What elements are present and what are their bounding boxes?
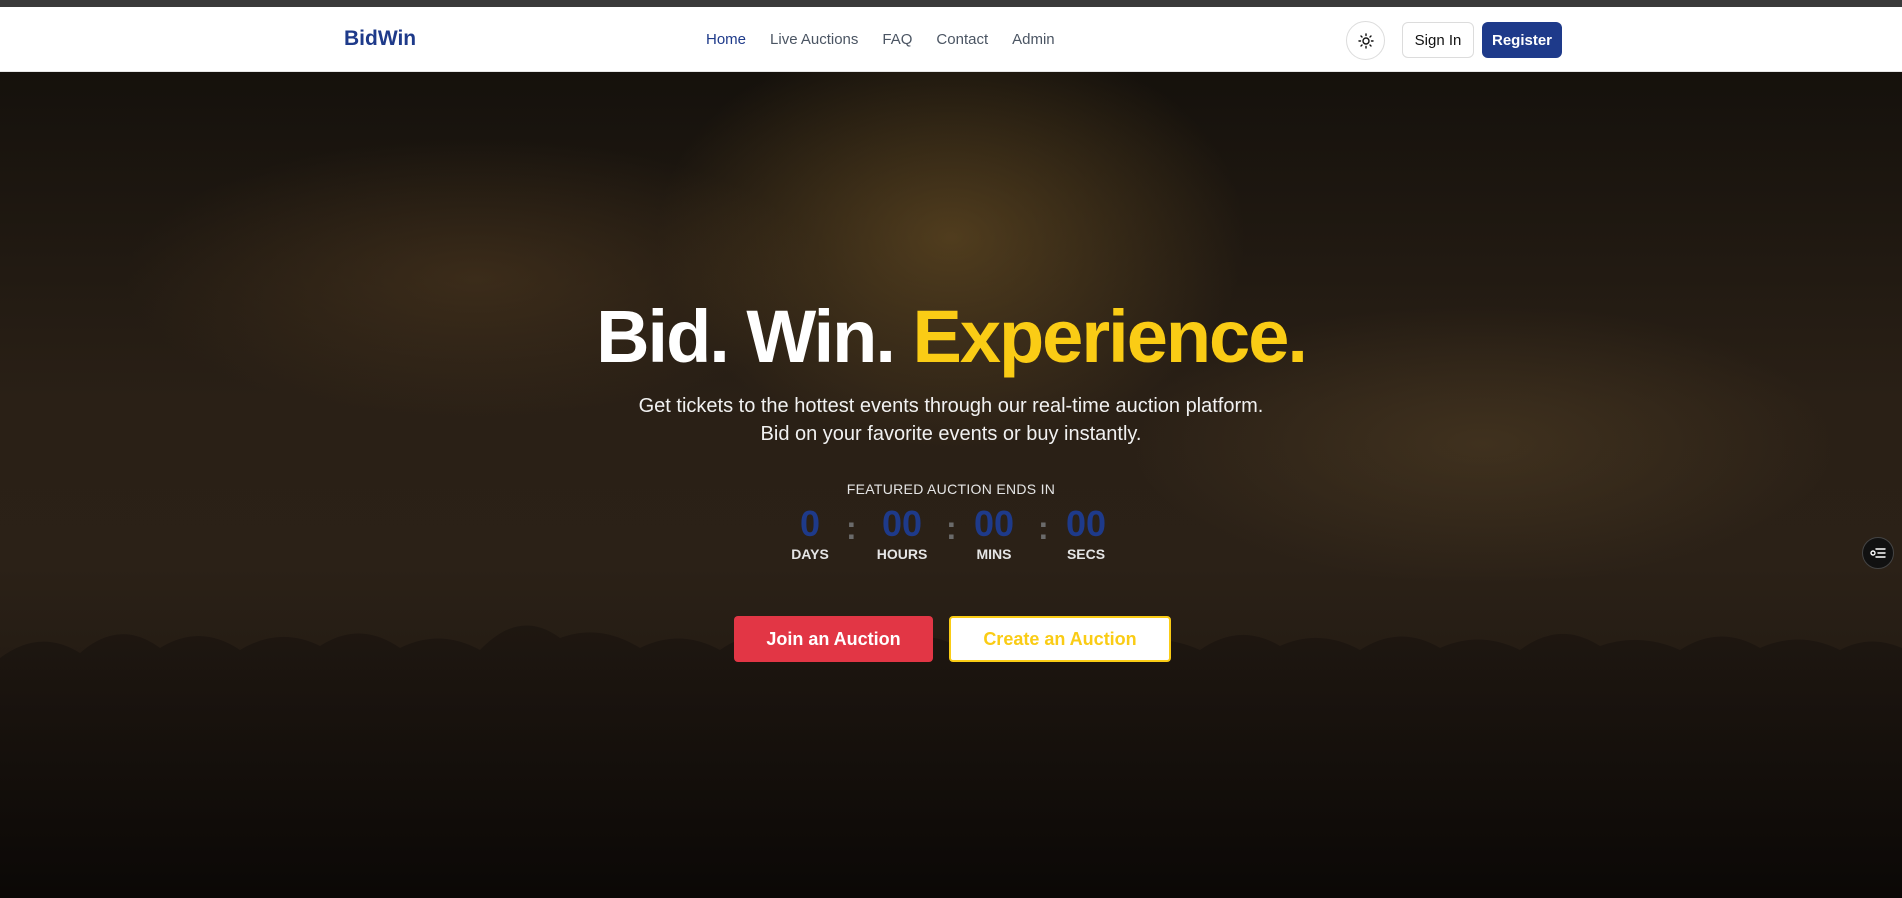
secs-value: 00 bbox=[1065, 503, 1107, 544]
days-value: 0 bbox=[799, 503, 821, 544]
join-auction-button[interactable]: Join an Auction bbox=[734, 616, 933, 662]
headline-main: Bid. Win. bbox=[596, 295, 896, 378]
mins-value: 00 bbox=[973, 503, 1015, 544]
mins-label: MINS bbox=[976, 546, 1012, 562]
secs-label: SECS bbox=[1066, 546, 1106, 562]
register-button[interactable]: Register bbox=[1482, 22, 1562, 58]
theme-toggle-button[interactable] bbox=[1346, 21, 1385, 60]
nav-links: Home Live Auctions FAQ Contact Admin bbox=[706, 31, 1055, 48]
countdown-timer: 0 DAYS : 00 HOURS : 00 MINS : 00 SECS bbox=[780, 504, 1120, 564]
nav-link-contact[interactable]: Contact bbox=[936, 31, 988, 48]
browser-top-bar bbox=[0, 0, 1902, 7]
sign-in-button[interactable]: Sign In bbox=[1402, 22, 1474, 58]
nav-link-home[interactable]: Home bbox=[706, 31, 746, 48]
countdown-separator: : bbox=[946, 510, 957, 546]
navbar: BidWin Home Live Auctions FAQ Contact Ad… bbox=[0, 7, 1902, 72]
subtitle-line-1: Get tickets to the hottest events throug… bbox=[638, 395, 1264, 417]
countdown-mins: 00 MINS bbox=[968, 503, 1020, 563]
countdown-label: FEATURED AUCTION ENDS IN bbox=[846, 481, 1056, 497]
countdown-separator: : bbox=[1038, 510, 1049, 546]
create-auction-button[interactable]: Create an Auction bbox=[949, 616, 1171, 662]
countdown-secs: 00 SECS bbox=[1060, 503, 1112, 563]
subtitle-line-2: Bid on your favorite events or buy insta… bbox=[760, 423, 1142, 445]
countdown-days: 0 DAYS bbox=[790, 503, 830, 563]
brand-logo[interactable]: BidWin bbox=[344, 27, 416, 51]
countdown-hours: 00 HOURS bbox=[870, 503, 934, 563]
nav-link-admin[interactable]: Admin bbox=[1012, 31, 1055, 48]
days-label: DAYS bbox=[791, 546, 829, 562]
nav-link-faq[interactable]: FAQ bbox=[882, 31, 912, 48]
headline-accent: Experience. bbox=[912, 295, 1307, 378]
hours-value: 00 bbox=[881, 503, 923, 544]
hours-label: HOURS bbox=[876, 546, 928, 562]
countdown-separator: : bbox=[846, 510, 857, 546]
hero-section: Bid. Win. Experience. Get tickets to the… bbox=[0, 72, 1902, 898]
crowd-silhouette-background bbox=[0, 625, 1902, 898]
settings-toggle-icon bbox=[1870, 548, 1886, 558]
sun-icon bbox=[1357, 32, 1374, 49]
nav-link-live-auctions[interactable]: Live Auctions bbox=[770, 31, 858, 48]
hero-subtitle: Get tickets to the hottest events throug… bbox=[0, 392, 1902, 448]
hero-headline: Bid. Win. Experience. bbox=[0, 294, 1902, 379]
floating-settings-button[interactable] bbox=[1862, 537, 1894, 569]
